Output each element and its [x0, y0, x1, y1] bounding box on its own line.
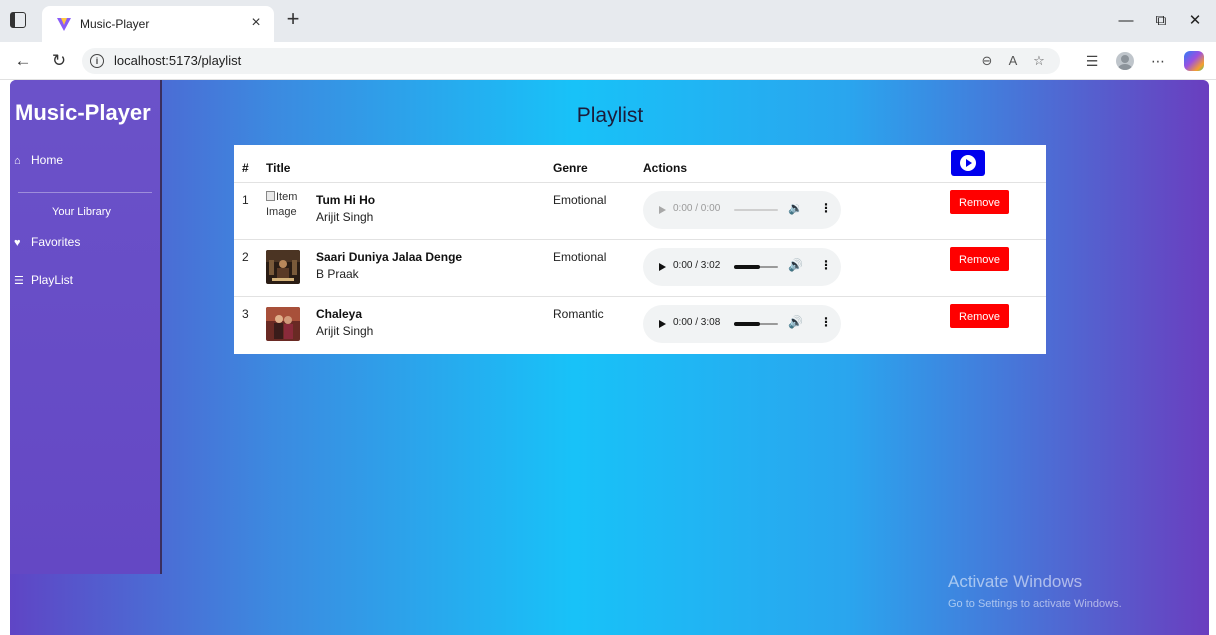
browser-tab[interactable]: Music-Player ×	[42, 6, 274, 42]
seek-bar[interactable]	[734, 322, 778, 326]
info-icon[interactable]: i	[90, 54, 104, 68]
sidebar-section-library: Your Library	[52, 206, 111, 218]
sidebar-item-home[interactable]: ⌂ Home	[14, 153, 63, 167]
column-header-title: Title	[266, 161, 291, 175]
song-artist: B Praak	[316, 267, 359, 281]
minimize-icon[interactable]: —	[1115, 10, 1137, 32]
audio-time: 0:00 / 3:02	[673, 260, 721, 271]
column-header-genre: Genre	[553, 161, 588, 175]
read-aloud-icon[interactable]: A	[1004, 52, 1022, 70]
maximize-icon[interactable]: ⧉	[1150, 10, 1172, 32]
table-row: 3 Chaleya Arijit Singh Romantic 0:00 / 3…	[234, 297, 1046, 354]
seek-bar[interactable]	[734, 265, 778, 269]
remove-button[interactable]: Remove	[950, 304, 1009, 328]
sidebar-item-playlist[interactable]: ☰ PlayList	[14, 273, 73, 287]
audio-player[interactable]: 0:00 / 0:00 🔉 ⋮	[643, 191, 841, 229]
more-options-icon[interactable]: ⋮	[820, 201, 832, 215]
audio-player[interactable]: 0:00 / 3:08 🔊 ⋮	[643, 305, 841, 343]
activate-windows-subtext: Go to Settings to activate Windows.	[948, 598, 1122, 610]
song-genre: Emotional	[553, 250, 607, 264]
row-number: 3	[242, 307, 249, 321]
column-header-actions: Actions	[643, 161, 688, 175]
play-circle-icon	[960, 155, 976, 171]
remove-button[interactable]: Remove	[950, 190, 1009, 214]
volume-icon[interactable]: 🔊	[788, 258, 803, 272]
song-title: Tum Hi Ho	[316, 193, 376, 207]
more-icon[interactable]: ⋯	[1148, 51, 1168, 71]
sidebar-item-label: Home	[31, 153, 64, 167]
play-icon[interactable]	[659, 263, 666, 271]
favorites-bar-icon[interactable]: ☰	[1082, 51, 1102, 71]
play-icon[interactable]	[659, 320, 666, 328]
more-options-icon[interactable]: ⋮	[820, 258, 832, 272]
seek-bar[interactable]	[734, 209, 778, 211]
zoom-icon[interactable]: ⊖	[978, 52, 996, 70]
sidebar-toggle-icon[interactable]	[10, 12, 26, 28]
sidebar-item-label: PlayList	[31, 273, 74, 287]
close-window-icon[interactable]: ✕	[1184, 10, 1206, 32]
play-all-button[interactable]	[951, 150, 985, 176]
sidebar-divider	[18, 192, 152, 193]
heart-icon: ♥	[14, 237, 21, 249]
new-tab-icon[interactable]: +	[282, 8, 304, 30]
song-genre: Romantic	[553, 307, 604, 321]
volume-icon[interactable]: 🔉	[788, 201, 803, 215]
song-cover-image	[266, 250, 300, 284]
vite-favicon-icon	[57, 18, 71, 31]
song-artist: Arijit Singh	[316, 210, 374, 224]
seek-bar-fill	[734, 265, 761, 269]
column-header-num: #	[242, 161, 249, 175]
song-title: Saari Duniya Jalaa Denge	[316, 250, 463, 264]
app-viewport: Music-Player ⌂ Home Your Library ♥ Favorit…	[10, 80, 1209, 635]
audio-player[interactable]: 0:00 / 3:02 🔊 ⋮	[643, 248, 841, 286]
song-cover-image	[266, 307, 300, 341]
sidebar-item-label: Favorites	[31, 235, 81, 249]
refresh-icon[interactable]: ↻	[48, 50, 70, 72]
page-title: Playlist	[576, 104, 644, 127]
table-row: 1 Item Image Tum Hi Ho Arijit Singh Emot…	[234, 183, 1046, 240]
tab-close-icon[interactable]: ×	[246, 13, 266, 33]
remove-button[interactable]: Remove	[950, 247, 1009, 271]
play-icon[interactable]	[659, 206, 666, 214]
brand-title: Music-Player	[15, 100, 151, 125]
home-icon: ⌂	[14, 155, 21, 167]
sidebar-item-favorites[interactable]: ♥ Favorites	[14, 235, 80, 249]
audio-time: 0:00 / 3:08	[673, 317, 721, 328]
row-number: 2	[242, 250, 249, 264]
tab-title: Music-Player	[80, 17, 150, 31]
row-number: 1	[242, 193, 249, 207]
audio-time: 0:00 / 0:00	[673, 203, 721, 214]
address-bar[interactable]: i localhost:5173/playlist ⊖ A ☆	[82, 48, 1060, 74]
table-row: 2 Saari Duniya Jalaa Denge B Praak Emoti…	[234, 240, 1046, 297]
browser-tab-bar: Music-Player × + — ⧉ ✕	[0, 0, 1216, 42]
favorite-star-icon[interactable]: ☆	[1030, 52, 1048, 70]
song-genre: Emotional	[553, 193, 607, 207]
copilot-icon[interactable]	[1184, 51, 1204, 71]
url-text[interactable]: localhost:5173/playlist	[114, 53, 241, 68]
more-options-icon[interactable]: ⋮	[820, 315, 832, 329]
image-alt-text: Image	[266, 206, 297, 218]
list-icon: ☰	[14, 275, 24, 287]
seek-bar-fill	[734, 322, 761, 326]
song-artist: Arijit Singh	[316, 324, 374, 338]
playlist-table: # Title Genre Actions 1 Item Image Tum H…	[234, 145, 1046, 354]
volume-icon[interactable]: 🔊	[788, 315, 803, 329]
song-image-broken: Item Image	[266, 190, 306, 220]
activate-windows-watermark: Activate Windows	[948, 572, 1083, 591]
sidebar: Music-Player ⌂ Home Your Library ♥ Favorit…	[10, 80, 162, 574]
back-icon[interactable]: ←	[12, 50, 34, 72]
image-alt-text: Item	[276, 191, 298, 203]
song-title: Chaleya	[316, 307, 363, 321]
broken-image-icon	[266, 191, 275, 201]
browser-toolbar: ← ↻ i localhost:5173/playlist ⊖ A ☆ ☰ ⋯	[0, 42, 1216, 80]
profile-icon[interactable]	[1116, 52, 1134, 70]
